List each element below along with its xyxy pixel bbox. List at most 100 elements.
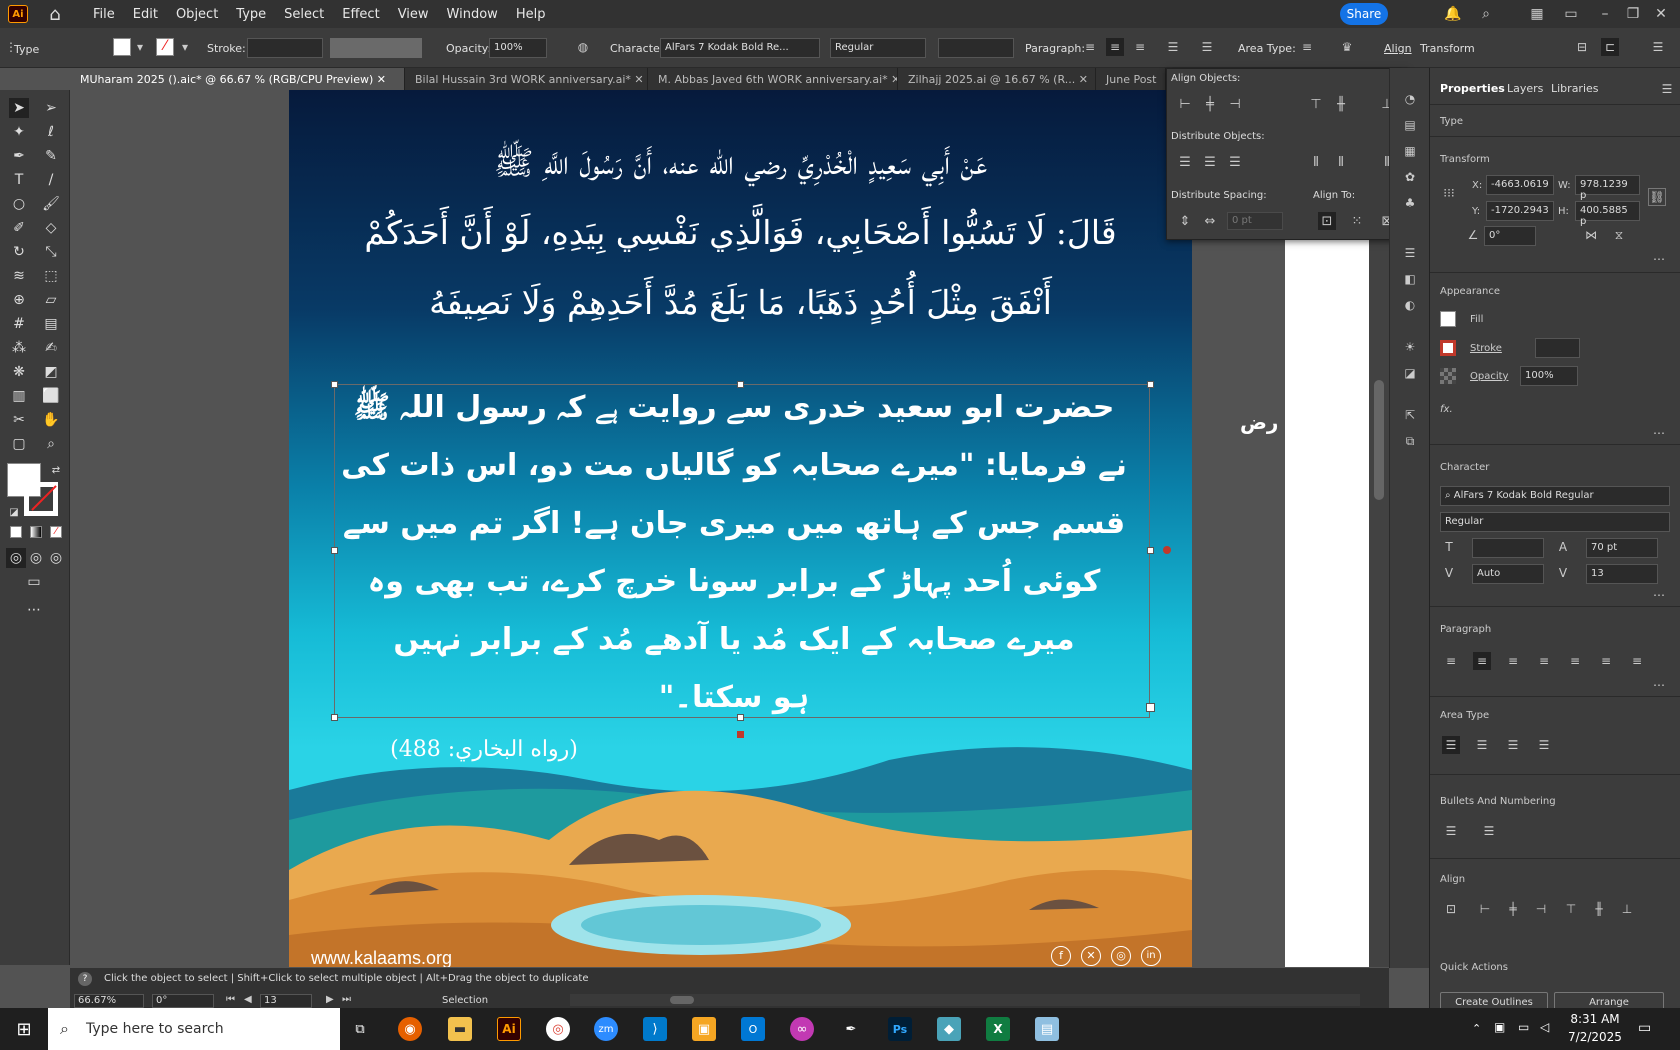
align-right-edge-icon[interactable]: ⊣: [1532, 900, 1550, 918]
eyedropper-alt-icon[interactable]: ✍: [41, 338, 61, 358]
more-options-icon[interactable]: ⋯: [1650, 250, 1668, 268]
stroke-swatch[interactable]: [1440, 340, 1456, 356]
last-artboard-icon[interactable]: ⏭: [342, 994, 351, 1005]
resize-handle[interactable]: [737, 714, 744, 721]
color-guide-icon[interactable]: ▤: [1401, 116, 1419, 134]
taskbar-search-box[interactable]: ⌕ Type here to search: [48, 1008, 340, 1050]
font-style-field[interactable]: Regular: [1440, 512, 1670, 532]
tab-abbas[interactable]: M. Abbas Javed 6th WORK anniversary.ai* …: [648, 68, 898, 90]
distribute-bottom-icon[interactable]: ☰: [1226, 153, 1244, 171]
notepad-icon[interactable]: ▤: [1035, 1017, 1059, 1041]
line-tool-icon[interactable]: /: [41, 170, 61, 190]
align-right-icon[interactable]: ≡: [1504, 652, 1522, 670]
color-mode-icon[interactable]: [10, 526, 22, 538]
h-field[interactable]: 400.5885 p: [1575, 201, 1640, 227]
perspective-icon[interactable]: ▱: [41, 290, 61, 310]
align-top-edge-icon[interactable]: ⊤: [1562, 900, 1580, 918]
network-icon[interactable]: ▭: [1518, 1020, 1529, 1034]
file-explorer-icon[interactable]: ▬: [448, 1017, 472, 1041]
bell-icon[interactable]: 🔔: [1444, 5, 1462, 23]
close-icon[interactable]: ✕: [1652, 5, 1670, 23]
transform-link[interactable]: Transform: [1420, 42, 1475, 55]
menu-edit[interactable]: Edit: [124, 7, 167, 22]
stroke-color-box[interactable]: [24, 482, 58, 516]
default-colors-icon[interactable]: ◪: [4, 502, 24, 522]
horizontal-scrollbar[interactable]: [570, 994, 1360, 1006]
chevron-down-icon[interactable]: ▾: [131, 38, 149, 56]
tab-properties[interactable]: Properties: [1440, 82, 1505, 95]
align-left-icon[interactable]: ≡: [1442, 652, 1460, 670]
stroke-panel-icon[interactable]: ☰: [1401, 244, 1419, 262]
photoshop-icon[interactable]: Ps: [888, 1017, 912, 1041]
opacity-label[interactable]: Opacity: [1470, 371, 1508, 382]
x-field[interactable]: -4663.0619: [1486, 175, 1554, 195]
font-size-field[interactable]: [1472, 538, 1544, 558]
constrain-proportions-icon[interactable]: ⛓: [1648, 188, 1666, 206]
resize-handle[interactable]: [1147, 547, 1154, 554]
free-transform-icon[interactable]: ⬚: [41, 266, 61, 286]
distribute-h-spacing-icon[interactable]: ⇔: [1201, 212, 1219, 230]
tray-chevron-icon[interactable]: ⌃: [1472, 1022, 1481, 1035]
align-link[interactable]: Align: [1384, 42, 1412, 55]
text-selection-box[interactable]: [334, 384, 1150, 718]
menu-help[interactable]: Help: [507, 7, 555, 22]
distribute-v-center-icon[interactable]: ☰: [1201, 153, 1219, 171]
zoom-field[interactable]: 66.67%: [74, 994, 144, 1008]
kerning-field[interactable]: Auto: [1472, 564, 1544, 584]
stroke-weight-field[interactable]: [1535, 338, 1580, 358]
slice-icon[interactable]: ◩: [41, 362, 61, 382]
numbering-icon[interactable]: ☰: [1480, 822, 1498, 840]
symbol-sprayer-icon[interactable]: ❋: [9, 362, 29, 382]
more-options-icon[interactable]: ⋯: [1650, 424, 1668, 442]
font-family-field[interactable]: ⌕ AlFars 7 Kodak Bold Regular: [1440, 486, 1670, 506]
zoom-tool-icon[interactable]: ⌕: [41, 434, 61, 454]
scale-tool-icon[interactable]: ⤡: [41, 242, 61, 262]
flip-vertical-icon[interactable]: ⧖: [1610, 226, 1628, 244]
floating-glyph[interactable]: رض: [1240, 410, 1278, 434]
firefox-icon[interactable]: ◉: [398, 1017, 422, 1041]
font-size-field[interactable]: [938, 38, 1014, 58]
tab-muharam[interactable]: MUharam 2025 ().aic* @ 66.67 % (RGB/CPU …: [70, 68, 405, 90]
numbering-icon[interactable]: ☰: [1198, 38, 1216, 56]
tab-bilal[interactable]: Bilal Hussain 3rd WORK anniversary.ai* ✕: [405, 68, 648, 90]
chevron-down-icon[interactable]: ▾: [176, 38, 194, 56]
menu-window[interactable]: Window: [438, 7, 507, 22]
swap-colors-icon[interactable]: ⇄: [46, 460, 66, 480]
area-type-justify-icon[interactable]: ☰: [1535, 736, 1553, 754]
tray-app-icon[interactable]: ▣: [1494, 1020, 1505, 1034]
next-artboard-icon[interactable]: ▶: [326, 994, 334, 1005]
symbols-icon[interactable]: ♣: [1401, 194, 1419, 212]
warp-tool-icon[interactable]: ≋: [9, 266, 29, 286]
align-center-icon[interactable]: ≡: [1106, 38, 1124, 56]
variable-width-field[interactable]: [330, 38, 422, 58]
task-view-icon[interactable]: ⧉: [348, 1017, 372, 1041]
align-right-edge-icon[interactable]: ⊣: [1226, 95, 1244, 113]
justify-all-icon[interactable]: ≡: [1628, 652, 1646, 670]
color-panel-icon[interactable]: ◔: [1401, 90, 1419, 108]
justify-left-icon[interactable]: ≡: [1535, 652, 1553, 670]
selection-tool-icon[interactable]: ➤: [9, 98, 29, 118]
align-v-center-icon[interactable]: ╫: [1332, 95, 1350, 113]
stroke-label[interactable]: Stroke: [1470, 343, 1502, 354]
swatches-icon[interactable]: ▦: [1401, 142, 1419, 160]
hand-tool-icon[interactable]: ✋: [41, 410, 61, 430]
edit-toolbar-icon[interactable]: ⋯: [24, 600, 44, 620]
tracking-field[interactable]: 13: [1586, 564, 1658, 584]
outlook-icon[interactable]: O: [741, 1017, 765, 1041]
direct-selection-tool-icon[interactable]: ➢: [41, 98, 61, 118]
brushes-icon[interactable]: ✿: [1401, 168, 1419, 186]
postman-icon[interactable]: ▣: [692, 1017, 716, 1041]
notifications-icon[interactable]: ▭: [1638, 1020, 1651, 1036]
first-artboard-icon[interactable]: ⏮: [226, 994, 235, 1005]
rotation-field[interactable]: 0°: [152, 994, 214, 1008]
help-icon[interactable]: ?: [78, 972, 92, 986]
distribute-left-icon[interactable]: ⦀: [1307, 153, 1325, 171]
area-type-center-icon[interactable]: ☰: [1473, 736, 1491, 754]
appearance-panel-icon[interactable]: ☀: [1401, 338, 1419, 356]
area-type-top-icon[interactable]: ☰: [1442, 736, 1460, 754]
align-bottom-edge-icon[interactable]: ⊥: [1618, 900, 1636, 918]
minimize-icon[interactable]: –: [1596, 5, 1614, 23]
clock-time[interactable]: 8:31 AM: [1568, 1012, 1622, 1026]
font-family-field[interactable]: AlFars 7 Kodak Bold Re...: [660, 38, 820, 58]
windows-start-icon[interactable]: ⊞: [12, 1017, 36, 1041]
